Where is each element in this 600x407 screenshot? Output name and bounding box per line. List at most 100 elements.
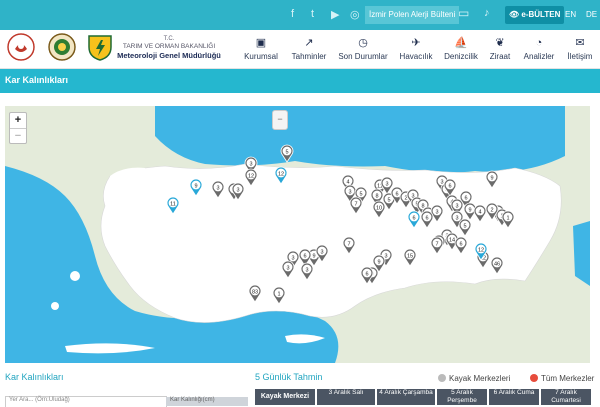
eye-icon: 👁 bbox=[509, 10, 522, 19]
marker-label: 11 bbox=[170, 202, 176, 208]
twitter-icon[interactable]: t bbox=[311, 8, 314, 20]
marker-label: 3 bbox=[455, 204, 458, 210]
marker-label: 6 bbox=[395, 192, 398, 198]
marker-label: 5 bbox=[387, 198, 390, 204]
lang-en[interactable]: EN bbox=[565, 10, 576, 19]
marker-label: 3 bbox=[236, 188, 239, 194]
marker-label: 6 bbox=[448, 184, 451, 190]
forecast-heading: 5 Günlük Tahmin bbox=[255, 372, 323, 382]
nav-label: İletişim bbox=[567, 52, 593, 61]
marker-label: 1 bbox=[277, 292, 280, 298]
snow-depth-map[interactable]: 5312393431135851076235853346436941121639… bbox=[5, 106, 590, 363]
island bbox=[70, 271, 80, 281]
nav-iletisim[interactable]: ✉ İletişim bbox=[555, 36, 600, 61]
grey-dot-icon bbox=[438, 374, 446, 382]
header: T.C. TARIM VE ORMAN BAKANLIĞI Meteoroloj… bbox=[0, 30, 600, 69]
zoom-out-button[interactable]: − bbox=[10, 128, 26, 144]
snow-depth-heading: Kar Kalınlıkları bbox=[5, 372, 64, 382]
nav-label: Tahminler bbox=[291, 52, 327, 61]
marker-label: 3 bbox=[385, 182, 388, 188]
marker-label: 7 bbox=[354, 202, 357, 208]
legend-tum[interactable]: Tüm Merkezler bbox=[530, 374, 594, 383]
marker-label: 83 bbox=[252, 290, 258, 296]
nav-kurumsal[interactable]: ▣ Kurumsal bbox=[236, 36, 286, 61]
map-canvas[interactable]: 5312393431135851076235853346436941121639… bbox=[5, 106, 590, 363]
airplane-icon: ✈ bbox=[411, 37, 421, 49]
marker-label: 12 bbox=[278, 172, 284, 178]
facebook-icon[interactable]: f bbox=[291, 8, 294, 20]
legend-kayak-label: Kayak Merkezleri bbox=[449, 374, 511, 383]
marker-label: 3 bbox=[291, 256, 294, 262]
legend-kayak[interactable]: Kayak Merkezleri bbox=[438, 374, 510, 383]
marker-label: 3 bbox=[286, 266, 289, 272]
marker-label: 6 bbox=[425, 216, 428, 222]
marker-label: 12 bbox=[248, 174, 254, 180]
marker-label: 2 bbox=[490, 208, 493, 214]
org-tc: T.C. bbox=[163, 36, 175, 42]
marker-label: 9 bbox=[312, 254, 315, 260]
marker-label: 3 bbox=[216, 186, 219, 192]
marker-label: 46 bbox=[494, 262, 500, 268]
marker-label: 6 bbox=[303, 254, 306, 260]
marker-label: 3 bbox=[455, 216, 458, 222]
marker-label: 3 bbox=[249, 162, 252, 168]
marker-label: 3 bbox=[348, 190, 351, 196]
ebulten-button[interactable]: 👁 e-BÜLTEN bbox=[505, 6, 565, 24]
ministry-logo[interactable] bbox=[7, 33, 35, 61]
location-search-input[interactable]: Yer Ara... (Örn:Uludağ) bbox=[5, 396, 167, 407]
marker-label: 9 bbox=[490, 176, 493, 182]
monitor-icon[interactable]: ▭ bbox=[458, 6, 469, 20]
org-ministry: TARIM VE ORMAN BAKANLIĞI bbox=[122, 43, 216, 50]
building-icon: ▣ bbox=[255, 37, 267, 49]
marker-label: 4 bbox=[478, 210, 481, 216]
caspian-sea bbox=[573, 221, 590, 286]
organization-name[interactable]: T.C. TARIM VE ORMAN BAKANLIĞI Meteoroloj… bbox=[108, 36, 230, 60]
map-collapse-button[interactable]: − bbox=[272, 110, 288, 130]
marker-label: 9 bbox=[468, 208, 471, 214]
marker-label: 8 bbox=[375, 194, 378, 200]
marker-label: 9 bbox=[377, 260, 380, 266]
marker-label: 5 bbox=[359, 192, 362, 198]
marker-label: 6 bbox=[459, 242, 462, 248]
org-title: Meteoroloji Genel Müdürlüğü bbox=[117, 51, 221, 60]
bottom-panel: Kar Kalınlıkları 5 Günlük Tahmin Kayak M… bbox=[0, 366, 600, 407]
zoom-control: + − bbox=[9, 112, 27, 144]
marker-label: 1 bbox=[506, 216, 509, 222]
top-bar: f t ▶ ◎ İzmir Polen Alerji Bülteni ▭ ♪ 👁… bbox=[0, 0, 600, 30]
marker-label: 7 bbox=[347, 242, 350, 248]
nav-tahminler[interactable]: ↗ Tahminler bbox=[284, 36, 334, 61]
snow-depth-column: Kar Kalınlığı(cm) bbox=[166, 397, 248, 406]
marker-label: 15 bbox=[407, 254, 413, 260]
marker-label: 6 bbox=[412, 216, 415, 222]
marker-label: 7 bbox=[435, 242, 438, 248]
legend-tum-label: Tüm Merkezler bbox=[541, 374, 595, 383]
island bbox=[51, 302, 59, 310]
marker-label: 3 bbox=[320, 250, 323, 256]
polen-bulletin-button[interactable]: İzmir Polen Alerji Bülteni bbox=[365, 6, 460, 24]
instagram-icon[interactable]: ◎ bbox=[350, 8, 360, 21]
nav-label: Havacılık bbox=[399, 52, 433, 61]
youtube-icon[interactable]: ▶ bbox=[331, 8, 339, 21]
zoom-in-button[interactable]: + bbox=[10, 113, 26, 128]
marker-label: 3 bbox=[305, 268, 308, 274]
nav-label: Kurumsal bbox=[244, 52, 278, 61]
marker-label: 10 bbox=[376, 206, 382, 212]
nav-son-durumlar[interactable]: ◷ Son Durumlar bbox=[338, 36, 388, 61]
lang-de[interactable]: DE bbox=[586, 10, 597, 19]
black-sea bbox=[155, 106, 565, 173]
marker-label: 14 bbox=[449, 238, 455, 244]
marker-label: 9 bbox=[194, 184, 197, 190]
nav-havacilik[interactable]: ✈ Havacılık bbox=[391, 36, 441, 61]
marker-label: 3 bbox=[435, 210, 438, 216]
marker-label: 5 bbox=[285, 150, 288, 156]
mgm-seal-logo[interactable] bbox=[48, 33, 76, 61]
nav-label: Son Durumlar bbox=[338, 52, 388, 61]
page-title-band: Kar Kalınlıkları bbox=[0, 69, 600, 93]
chart-icon: ↗ bbox=[304, 37, 314, 49]
page-title: Kar Kalınlıkları bbox=[5, 75, 69, 85]
ebulten-label: e-BÜLTEN bbox=[521, 10, 561, 19]
marker-label: 6 bbox=[464, 196, 467, 202]
marker-label: 12 bbox=[478, 248, 484, 254]
microphone-icon[interactable]: ♪ bbox=[484, 7, 490, 19]
marker-label: 6 bbox=[365, 272, 368, 278]
